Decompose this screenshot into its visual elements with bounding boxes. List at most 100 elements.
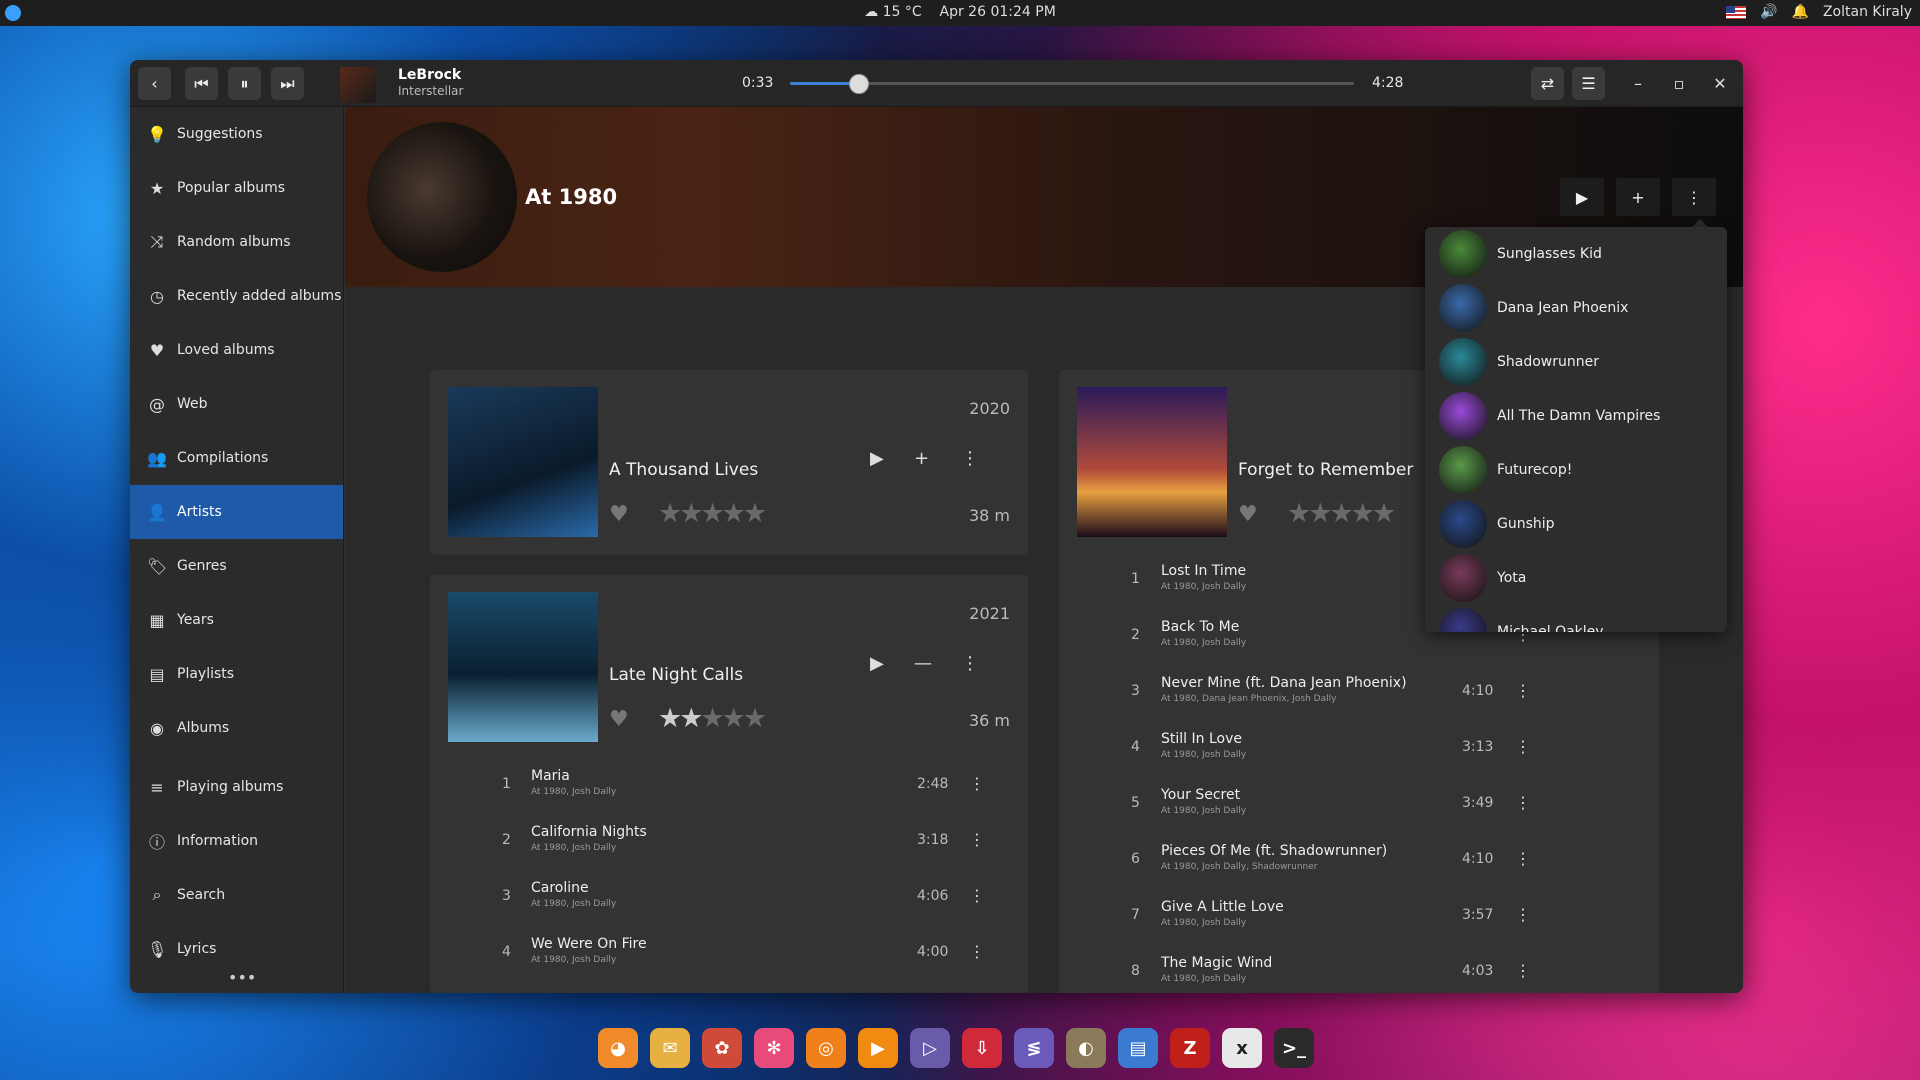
track-row[interactable]: 3 Caroline At 1980, Josh Dally 4:06 ⋮ <box>430 874 1028 930</box>
volume-icon[interactable]: 🔊 <box>1760 4 1777 20</box>
rating-star-icon[interactable]: ★ <box>658 703 682 734</box>
pause-button[interactable]: ⏸ <box>228 67 261 100</box>
track-menu-button[interactable]: ⋮ <box>969 942 985 961</box>
add-artist-button[interactable]: + <box>1616 178 1660 216</box>
sidebar-more[interactable]: ••• <box>228 968 256 987</box>
similar-artist-item[interactable]: Gunship <box>1425 497 1727 551</box>
back-button[interactable]: ‹ <box>138 67 171 100</box>
track-row[interactable]: 7 Give A Little Love At 1980, Josh Dally 3:… <box>1059 893 1659 949</box>
rating-star-icon[interactable]: ★ <box>658 498 682 529</box>
rating-star-icon[interactable]: ★ <box>700 703 724 734</box>
rating-star-icon[interactable]: ★ <box>1372 498 1396 529</box>
track-menu-button[interactable]: ⋮ <box>1515 737 1531 756</box>
track-row[interactable]: 1 Maria At 1980, Josh Dally 2:48 ⋮ <box>430 762 1028 818</box>
track-row[interactable]: 4 We Were On Fire At 1980, Josh Dally 4:00 ⋮ <box>430 930 1028 986</box>
play-album-button[interactable]: ▶ <box>870 448 884 469</box>
maximize-button[interactable]: ▫ <box>1665 67 1693 100</box>
album-cover[interactable] <box>448 387 598 537</box>
track-row[interactable]: 4 Still In Love At 1980, Josh Dally 3:13 ⋮ <box>1059 725 1659 781</box>
rating-star-icon[interactable]: ★ <box>722 703 746 734</box>
rating-star-icon[interactable]: ★ <box>700 498 724 529</box>
filezilla-icon[interactable]: Z <box>1170 1028 1210 1068</box>
firefox-icon[interactable]: ◕ <box>598 1028 638 1068</box>
track-menu-button[interactable]: ⋮ <box>1515 961 1531 980</box>
minimize-button[interactable]: – <box>1624 67 1652 100</box>
album-title[interactable]: A Thousand Lives <box>609 460 758 480</box>
similar-artist-item[interactable]: Dana Jean Phoenix <box>1425 281 1727 335</box>
track-row[interactable]: 3 Never Mine (ft. Dana Jean Phoenix) At 19… <box>1059 669 1659 725</box>
track-menu-button[interactable]: ⋮ <box>1515 849 1531 868</box>
album-title[interactable]: Forget to Remember <box>1238 460 1413 480</box>
sidebar-item-recently-added-albums[interactable]: ◷ Recently added albums <box>130 269 343 323</box>
now-playing-cover[interactable] <box>340 67 376 103</box>
sidebar-item-albums[interactable]: ◉ Albums <box>130 701 343 755</box>
sidebar-item-popular-albums[interactable]: ★ Popular albums <box>130 161 343 215</box>
user-name[interactable]: Zoltan Kiraly <box>1823 4 1912 20</box>
rating-star-icon[interactable]: ★ <box>679 703 703 734</box>
sidebar-item-loved-albums[interactable]: ♥ Loved albums <box>130 323 343 377</box>
similar-artist-item[interactable]: Michael Oakley <box>1425 605 1727 632</box>
similar-artist-item[interactable]: Sunglasses Kid <box>1425 227 1727 281</box>
sidebar-item-playing-albums[interactable]: ≡ Playing albums <box>130 760 343 814</box>
track-row[interactable]: 8 The Magic Wind At 1980, Josh Dally 4:03 ⋮ <box>1059 949 1659 993</box>
heart-icon[interactable]: ♥ <box>609 502 629 527</box>
sidebar-item-search[interactable]: ⌕ Search <box>130 868 343 922</box>
album-cover[interactable] <box>448 592 598 742</box>
track-menu-button[interactable]: ⋮ <box>969 830 985 849</box>
bell-icon[interactable]: 🔔 <box>1792 4 1809 20</box>
similar-artists-button[interactable]: ⋮ <box>1672 178 1716 216</box>
album-rating[interactable]: ★★★★★ <box>1287 498 1396 529</box>
track-menu-button[interactable]: ⋮ <box>969 774 985 793</box>
track-menu-button[interactable]: ⋮ <box>1515 905 1531 924</box>
rating-star-icon[interactable]: ★ <box>743 703 767 734</box>
pinwheel-icon[interactable]: ✻ <box>754 1028 794 1068</box>
track-row[interactable]: 5 Your Secret At 1980, Josh Dally 3:49 ⋮ <box>1059 781 1659 837</box>
add-album-button[interactable]: + <box>914 448 929 469</box>
track-row[interactable]: 2 California Nights At 1980, Josh Dally 3:1… <box>430 818 1028 874</box>
photos-icon[interactable]: ✿ <box>702 1028 742 1068</box>
clock-area[interactable]: ☁ 15 °C Apr 26 01:24 PM <box>0 4 1920 20</box>
similar-artist-item[interactable]: All The Damn Vampires <box>1425 389 1727 443</box>
album-rating[interactable]: ★★★★★ <box>658 703 767 734</box>
similar-artist-item[interactable]: Shadowrunner <box>1425 335 1727 389</box>
gimp-icon[interactable]: ◐ <box>1066 1028 1106 1068</box>
media-player-icon[interactable]: ▶ <box>858 1028 898 1068</box>
heart-icon[interactable]: ♥ <box>609 707 629 732</box>
track-menu-button[interactable]: ⋮ <box>1515 793 1531 812</box>
sidebar-item-random-albums[interactable]: ⤨ Random albums <box>130 215 343 269</box>
progress-slider[interactable] <box>790 74 1354 94</box>
sidebar-item-information[interactable]: ⓘ Information <box>130 814 343 868</box>
album-rating[interactable]: ★★★★★ <box>658 498 767 529</box>
track-row[interactable]: 6 Pieces Of Me (ft. Shadowrunner) At 1980,… <box>1059 837 1659 893</box>
track-menu-button[interactable]: ⋮ <box>969 886 985 905</box>
rating-star-icon[interactable]: ★ <box>1287 498 1311 529</box>
repeat-mode-button[interactable]: ⇄ <box>1531 67 1564 100</box>
video-player-icon[interactable]: ▷ <box>910 1028 950 1068</box>
sidebar-item-compilations[interactable]: 👥 Compilations <box>130 431 343 485</box>
next-button[interactable]: ⏭ <box>271 67 304 100</box>
rating-star-icon[interactable]: ★ <box>1351 498 1375 529</box>
close-button[interactable]: ✕ <box>1706 67 1734 100</box>
sidebar-item-playlists[interactable]: ▤ Playlists <box>130 647 343 701</box>
rating-star-icon[interactable]: ★ <box>1329 498 1353 529</box>
download-icon[interactable]: ⇩ <box>962 1028 1002 1068</box>
menu-button[interactable]: ☰ <box>1572 67 1605 100</box>
sidebar-item-years[interactable]: ▦ Years <box>130 593 343 647</box>
rating-star-icon[interactable]: ★ <box>1308 498 1332 529</box>
rating-star-icon[interactable]: ★ <box>743 498 767 529</box>
keyboard-layout-flag-icon[interactable] <box>1726 5 1747 19</box>
xournal-icon[interactable]: x <box>1222 1028 1262 1068</box>
track-row[interactable]: 5Hotel CrowneAt 1980, Josh Dally3:37⋮ <box>430 986 1028 993</box>
sidebar-item-suggestions[interactable]: 💡 Suggestions <box>130 107 343 161</box>
album-title[interactable]: Late Night Calls <box>609 665 743 685</box>
terminal-icon[interactable]: >_ <box>1274 1028 1314 1068</box>
play-artist-button[interactable]: ▶ <box>1560 178 1604 216</box>
mail-icon[interactable]: ✉ <box>650 1028 690 1068</box>
track-menu-button[interactable]: ⋮ <box>1515 681 1531 700</box>
previous-button[interactable]: ⏮ <box>185 67 218 100</box>
editor-icon[interactable]: ≶ <box>1014 1028 1054 1068</box>
sidebar-item-artists[interactable]: 👤 Artists <box>130 485 343 539</box>
document-icon[interactable]: ▤ <box>1118 1028 1158 1068</box>
album-menu-button[interactable]: ⋮ <box>961 448 979 469</box>
album-menu-button[interactable]: ⋮ <box>961 653 979 674</box>
